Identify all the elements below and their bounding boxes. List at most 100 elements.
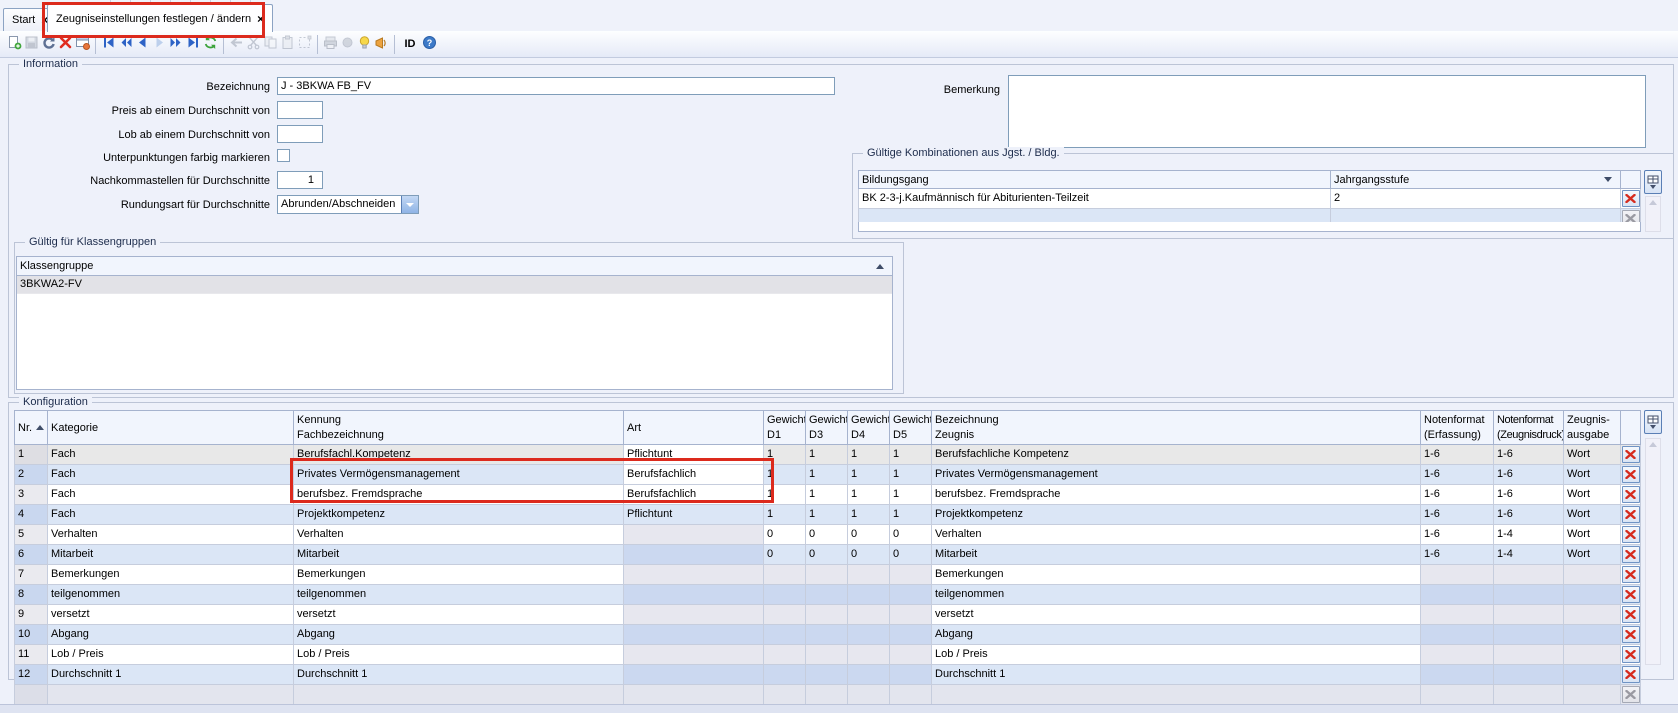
config-cell-kategorie[interactable]: Durchschnitt 1	[48, 665, 294, 685]
config-col-gewicht-d4[interactable]: GewichtD4	[848, 411, 890, 445]
config-cell-kategorie[interactable]: Bemerkungen	[48, 565, 294, 585]
config-cell-d1[interactable]: 1	[764, 465, 806, 485]
config-cell-d4[interactable]: 1	[848, 445, 890, 465]
config-col-art[interactable]: Art	[624, 411, 764, 445]
config-cell-d4[interactable]	[848, 645, 890, 665]
config-cell-ausgabe[interactable]: Wort	[1564, 545, 1621, 565]
config-cell-bezeichnung[interactable]: Verhalten	[932, 525, 1421, 545]
undo-button[interactable]	[40, 35, 57, 54]
config-cell-d5[interactable]: 1	[890, 465, 932, 485]
config-cell-ausgabe[interactable]	[1564, 645, 1621, 665]
config-cell-d5[interactable]	[890, 585, 932, 605]
config-cell-nf_druck[interactable]: 1-6	[1494, 445, 1564, 465]
config-cell-d3[interactable]: 1	[806, 445, 848, 465]
config-cell-d5[interactable]: 0	[890, 545, 932, 565]
config-cell-kennung[interactable]: teilgenommen	[294, 585, 624, 605]
config-cell-ausgabe[interactable]: Wort	[1564, 525, 1621, 545]
delete-button[interactable]	[57, 35, 74, 54]
config-cell-kennung[interactable]: Mitarbeit	[294, 545, 624, 565]
cell-bildungsgang[interactable]: BK 2-3-j.Kaufmännisch für Abiturienten-T…	[859, 189, 1331, 209]
config-cell-kategorie[interactable]: Mitarbeit	[48, 545, 294, 565]
config-cell-bezeichnung[interactable]: Berufsfachliche Kompetenz	[932, 445, 1421, 465]
config-cell-d3[interactable]	[806, 625, 848, 645]
config-cell-bezeichnung[interactable]: Lob / Preis	[932, 645, 1421, 665]
config-cell-nf_erfassung[interactable]: 1-6	[1421, 485, 1494, 505]
nav-prev-button[interactable]	[134, 35, 151, 54]
config-cell-d1[interactable]	[764, 645, 806, 665]
scroll-up-icon[interactable]	[1649, 442, 1657, 447]
konfiguration-scrollbar[interactable]	[1645, 438, 1661, 665]
config-cell-d5[interactable]	[890, 605, 932, 625]
config-cell-ausgabe[interactable]	[1564, 625, 1621, 645]
config-cell-nr[interactable]: 5	[15, 525, 48, 545]
config-cell-kategorie[interactable]: Fach	[48, 485, 294, 505]
config-col-kennung[interactable]: KennungFachbezeichnung	[294, 411, 624, 445]
config-cell-ausgabe[interactable]: Wort	[1564, 465, 1621, 485]
config-cell-d3[interactable]	[806, 585, 848, 605]
config-cell-ausgabe[interactable]: Wort	[1564, 485, 1621, 505]
config-cell-d1[interactable]: 1	[764, 445, 806, 465]
config-cell-d4[interactable]	[848, 605, 890, 625]
preis-field[interactable]	[277, 101, 323, 119]
config-cell-art[interactable]	[624, 545, 764, 565]
config-cell-nf_druck[interactable]	[1494, 565, 1564, 585]
config-cell-nf_erfassung[interactable]	[1421, 585, 1494, 605]
delete-row-button[interactable]	[1622, 586, 1640, 603]
config-cell-kategorie[interactable]	[48, 685, 294, 705]
config-cell-d5[interactable]	[890, 685, 932, 705]
delete-row-button[interactable]	[1622, 666, 1640, 683]
config-cell-art[interactable]: Pflichtunt	[624, 505, 764, 525]
delete-row-button[interactable]	[1622, 190, 1640, 207]
config-cell-d1[interactable]: 0	[764, 525, 806, 545]
config-cell-bezeichnung[interactable]: Abgang	[932, 625, 1421, 645]
config-cell-nr[interactable]: 1	[15, 445, 48, 465]
col-bildungsgang[interactable]: Bildungsgang	[859, 171, 1331, 189]
config-cell-nf_erfassung[interactable]	[1421, 565, 1494, 585]
config-cell-d1[interactable]	[764, 625, 806, 645]
delete-row-button[interactable]	[1622, 466, 1640, 483]
config-cell-art[interactable]	[624, 605, 764, 625]
dropdown-button[interactable]	[401, 196, 418, 213]
config-col-nf-druck[interactable]: Notenformat(Zeugnisdruck)	[1494, 411, 1564, 445]
config-cell-d5[interactable]: 1	[890, 505, 932, 525]
config-cell-d3[interactable]	[806, 685, 848, 705]
config-cell-nf_druck[interactable]	[1494, 625, 1564, 645]
config-cell-kennung[interactable]: Lob / Preis	[294, 645, 624, 665]
close-icon[interactable]: ×	[257, 14, 264, 24]
config-cell-nf_druck[interactable]	[1494, 685, 1564, 705]
config-cell-kategorie[interactable]: Fach	[48, 505, 294, 525]
config-cell-d5[interactable]	[890, 665, 932, 685]
config-cell-nf_druck[interactable]: 1-6	[1494, 465, 1564, 485]
config-cell-nr[interactable]: 6	[15, 545, 48, 565]
config-cell-d3[interactable]: 0	[806, 525, 848, 545]
config-cell-kennung[interactable]: Abgang	[294, 625, 624, 645]
config-cell-d4[interactable]: 1	[848, 485, 890, 505]
config-cell-ausgabe[interactable]	[1564, 605, 1621, 625]
config-cell-d5[interactable]	[890, 565, 932, 585]
config-cell-d4[interactable]	[848, 625, 890, 645]
config-cell-bezeichnung[interactable]: Bemerkungen	[932, 565, 1421, 585]
config-cell-nf_druck[interactable]	[1494, 665, 1564, 685]
filter-dropdown-icon[interactable]	[1604, 177, 1612, 182]
config-cell-nf_druck[interactable]: 1-6	[1494, 505, 1564, 525]
config-cell-kennung[interactable]: Projektkompetenz	[294, 505, 624, 525]
config-cell-nf_erfassung[interactable]: 1-6	[1421, 465, 1494, 485]
config-cell-kategorie[interactable]: Lob / Preis	[48, 645, 294, 665]
config-cell-nf_erfassung[interactable]	[1421, 605, 1494, 625]
config-cell-nr[interactable]: 8	[15, 585, 48, 605]
config-cell-d3[interactable]	[806, 605, 848, 625]
config-cell-nf_erfassung[interactable]	[1421, 665, 1494, 685]
config-cell-nr[interactable]	[15, 685, 48, 705]
config-cell-nr[interactable]: 12	[15, 665, 48, 685]
config-cell-nr[interactable]: 11	[15, 645, 48, 665]
config-cell-kennung[interactable]: berufsbez. Fremdsprache	[294, 485, 624, 505]
config-cell-nr[interactable]: 4	[15, 505, 48, 525]
config-cell-bezeichnung[interactable]: versetzt	[932, 605, 1421, 625]
config-cell-nr[interactable]: 10	[15, 625, 48, 645]
config-cell-kategorie[interactable]: Fach	[48, 465, 294, 485]
config-cell-bezeichnung[interactable]: teilgenommen	[932, 585, 1421, 605]
config-cell-kategorie[interactable]: Fach	[48, 445, 294, 465]
nav-last-button[interactable]	[185, 35, 202, 54]
config-cell-nf_druck[interactable]: 1-4	[1494, 525, 1564, 545]
config-cell-d3[interactable]: 0	[806, 545, 848, 565]
